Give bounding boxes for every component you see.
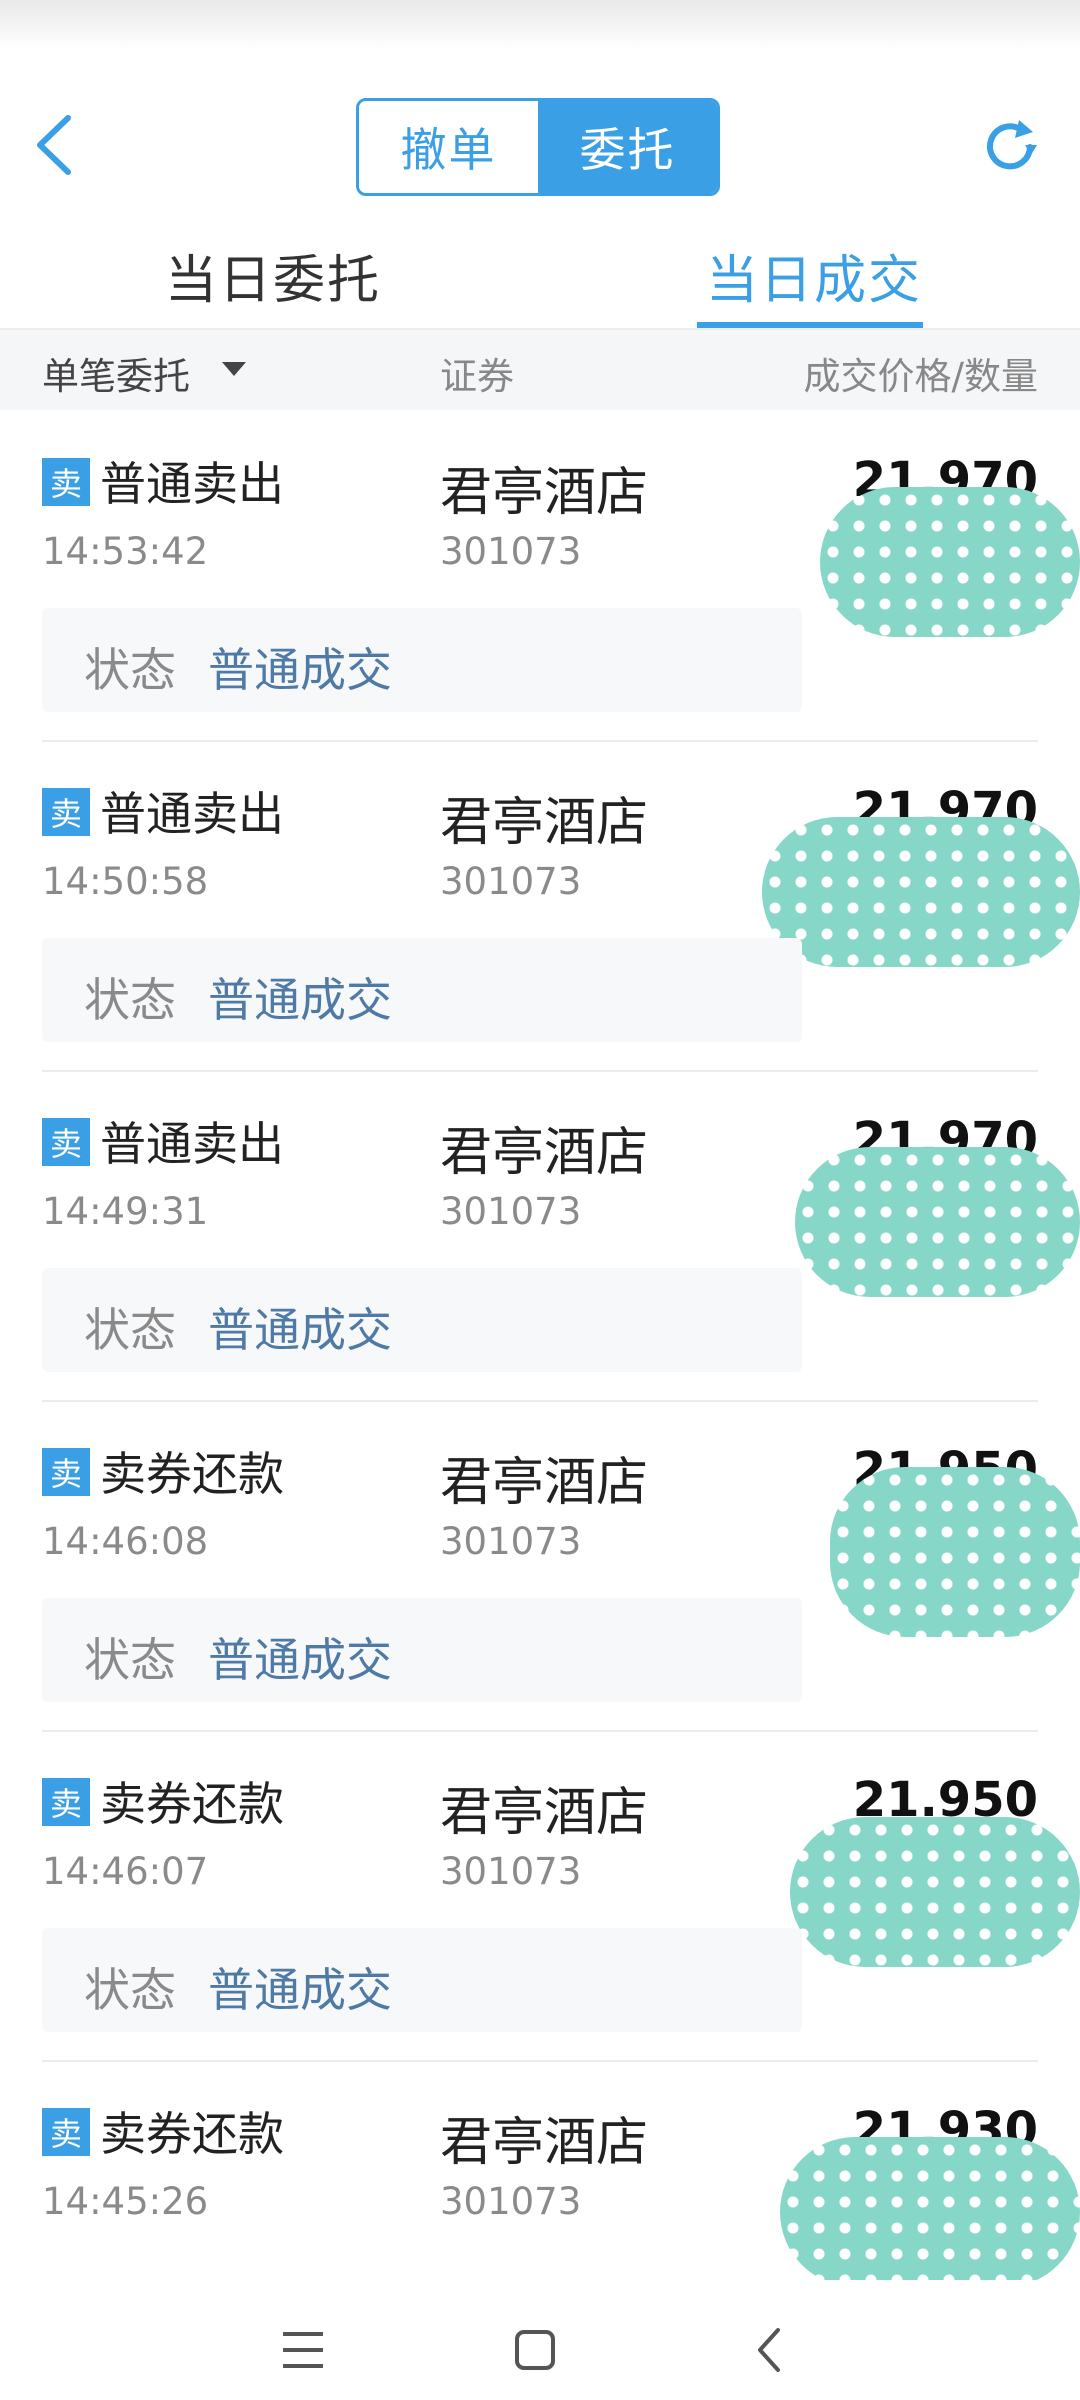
back-chevron-icon xyxy=(758,2328,780,2372)
security-name: 君亭酒店 xyxy=(440,1783,649,1843)
home-square-icon xyxy=(515,2330,555,2370)
order-time: 14:45:26 xyxy=(42,2180,209,2223)
security-code: 301073 xyxy=(440,860,582,903)
list-item[interactable]: 卖 普通卖出 14:49:31 君亭酒店 301073 21.970 状态 普通… xyxy=(0,1072,1080,1402)
security-code: 301073 xyxy=(440,2180,582,2223)
sell-badge: 卖 xyxy=(42,1118,90,1166)
list-item[interactable]: 卖 普通卖出 14:50:58 君亭酒店 301073 21.970 状态 普通… xyxy=(0,742,1080,1072)
list-item[interactable]: 卖 卖券还款 14:45:26 君亭酒店 301073 21.930 xyxy=(0,2062,1080,2287)
menu-button[interactable] xyxy=(273,2320,333,2380)
status-box: 状态 普通成交 xyxy=(42,1928,802,2032)
order-time: 14:50:58 xyxy=(42,860,209,903)
sell-badge: 卖 xyxy=(42,788,90,836)
order-time: 14:46:08 xyxy=(42,1520,209,1563)
status-box: 状态 普通成交 xyxy=(42,1598,802,1702)
tab-bar: 当日委托 当日成交 xyxy=(0,228,1080,328)
status-box: 状态 普通成交 xyxy=(42,1268,802,1372)
list-item[interactable]: 卖 卖券还款 14:46:08 君亭酒店 301073 21.950 状态 普通… xyxy=(0,1402,1080,1732)
back-button[interactable] xyxy=(30,110,80,180)
security-code: 301073 xyxy=(440,1850,582,1893)
status-label: 状态 xyxy=(84,1303,176,1357)
redaction-blot xyxy=(795,1147,1080,1297)
status-label: 状态 xyxy=(84,973,176,1027)
status-value: 普通成交 xyxy=(208,1963,392,2017)
chevron-left-icon xyxy=(37,115,71,175)
refresh-button[interactable] xyxy=(975,112,1045,182)
tab-today-orders[interactable]: 当日委托 xyxy=(165,238,381,313)
order-time: 14:49:31 xyxy=(42,1190,209,1233)
redaction-blot xyxy=(820,487,1080,637)
sort-order-header[interactable]: 单笔委托 xyxy=(42,346,190,400)
caret-down-icon[interactable] xyxy=(222,362,246,376)
sell-badge: 卖 xyxy=(42,1778,90,1826)
list-item[interactable]: 卖 普通卖出 14:53:42 君亭酒店 301073 21.970 状态 普通… xyxy=(0,412,1080,742)
sell-badge: 卖 xyxy=(42,2108,90,2156)
status-value: 普通成交 xyxy=(208,973,392,1027)
status-value: 普通成交 xyxy=(208,643,392,697)
security-code: 301073 xyxy=(440,1190,582,1233)
order-type: 普通卖出 xyxy=(100,1117,284,1171)
nav-back-button[interactable] xyxy=(740,2320,800,2380)
sell-badge: 卖 xyxy=(42,1448,90,1496)
security-code: 301073 xyxy=(440,1520,582,1563)
home-button[interactable] xyxy=(505,2320,565,2380)
order-time: 14:53:42 xyxy=(42,530,209,573)
status-label: 状态 xyxy=(84,1633,176,1687)
status-label: 状态 xyxy=(84,643,176,697)
order-type: 普通卖出 xyxy=(100,457,284,511)
order-type: 卖券还款 xyxy=(100,1777,284,1831)
order-type: 普通卖出 xyxy=(100,787,284,841)
menu-icon xyxy=(283,2332,323,2368)
redaction-blot xyxy=(780,2137,1080,2287)
segment-control: 撤单 委托 xyxy=(356,98,720,196)
sell-badge: 卖 xyxy=(42,458,90,506)
security-name: 君亭酒店 xyxy=(440,1453,649,1513)
order-type: 卖券还款 xyxy=(100,2107,284,2161)
redaction-blot xyxy=(830,1467,1080,1637)
status-value: 普通成交 xyxy=(208,1303,392,1357)
list-item[interactable]: 卖 卖券还款 14:46:07 君亭酒店 301073 21.950 状态 普通… xyxy=(0,1732,1080,2062)
status-box: 状态 普通成交 xyxy=(42,938,802,1042)
security-name: 君亭酒店 xyxy=(440,1123,649,1183)
redaction-blot xyxy=(762,817,1080,967)
status-value: 普通成交 xyxy=(208,1633,392,1687)
status-label: 状态 xyxy=(84,1963,176,2017)
order-segment[interactable]: 委托 xyxy=(538,101,717,193)
order-time: 14:46:07 xyxy=(42,1850,209,1893)
security-name: 君亭酒店 xyxy=(440,793,649,853)
security-code: 301073 xyxy=(440,530,582,573)
price-qty-header: 成交价格/数量 xyxy=(803,355,1038,398)
column-header: 单笔委托 证券 成交价格/数量 xyxy=(0,330,1080,410)
system-nav-bar xyxy=(0,2280,1080,2400)
order-type: 卖券还款 xyxy=(100,1447,284,1501)
cancel-order-segment[interactable]: 撤单 xyxy=(359,101,538,193)
refresh-icon xyxy=(987,120,1037,170)
status-box: 状态 普通成交 xyxy=(42,608,802,712)
redaction-blot xyxy=(790,1817,1080,1967)
tab-today-deals[interactable]: 当日成交 xyxy=(706,238,922,313)
security-name: 君亭酒店 xyxy=(440,2113,649,2173)
security-header: 证券 xyxy=(440,355,514,398)
security-name: 君亭酒店 xyxy=(440,463,649,523)
status-bar xyxy=(0,0,1080,50)
